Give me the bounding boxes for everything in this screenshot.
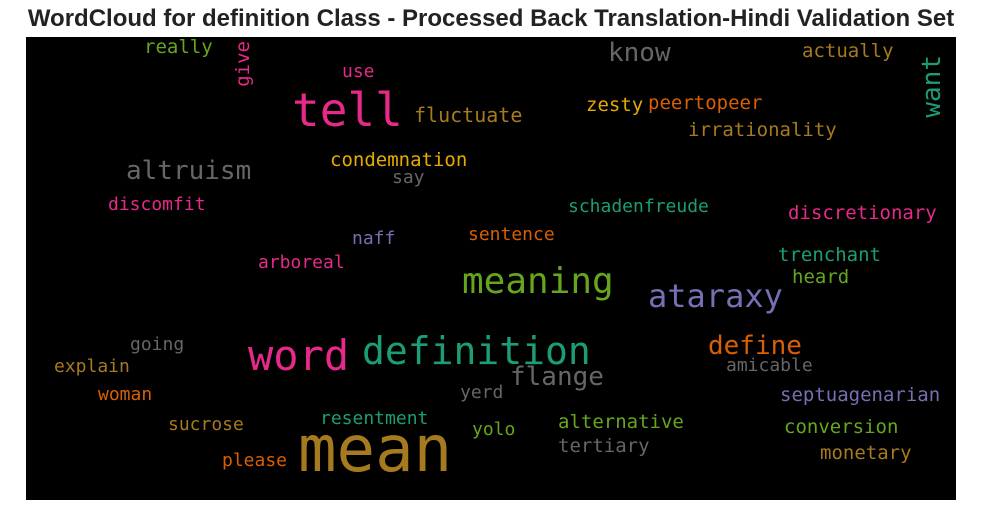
wordcloud-canvas: mean tell word definition meaning ataraxy altr… (26, 37, 956, 500)
word-going: going (130, 334, 185, 355)
word-arboreal: arboreal (258, 252, 345, 273)
word-meaning: meaning (462, 261, 614, 302)
word-give: give (232, 41, 254, 87)
word-schadenfreude: schadenfreude (568, 196, 709, 217)
word-please: please (222, 450, 288, 471)
word-irrationality: irrationality (688, 119, 837, 141)
word-naff: naff (352, 228, 396, 249)
word-flange: flange (510, 362, 604, 392)
word-alternative: alternative (558, 411, 684, 433)
word-know: know (608, 38, 671, 68)
word-ataraxy: ataraxy (648, 277, 783, 315)
word-word: word (248, 331, 350, 380)
word-tell: tell (292, 83, 403, 137)
word-monetary: monetary (820, 442, 912, 464)
word-amicable: amicable (726, 355, 813, 376)
word-resentment: resentment (320, 408, 429, 429)
word-yolo: yolo (472, 419, 516, 440)
word-sucrose: sucrose (168, 414, 244, 435)
word-really: really (144, 37, 213, 58)
word-septuagenarian: septuagenarian (780, 384, 941, 406)
word-woman: woman (98, 384, 153, 405)
word-say: say (392, 167, 425, 188)
word-zesty: zesty (586, 94, 644, 116)
word-actually: actually (802, 40, 894, 62)
word-heard: heard (792, 266, 850, 288)
word-trenchant: trenchant (778, 244, 881, 266)
word-tertiary: tertiary (558, 435, 650, 457)
word-discretionary: discretionary (788, 202, 937, 224)
word-peertopeer: peertopeer (648, 92, 763, 114)
word-want: want (917, 55, 947, 118)
word-conversion: conversion (784, 416, 899, 438)
word-discomfit: discomfit (108, 194, 206, 215)
word-sentence: sentence (468, 224, 555, 245)
word-yerd: yerd (460, 382, 504, 403)
word-explain: explain (54, 356, 130, 377)
word-altruism: altruism (126, 156, 252, 186)
word-fluctuate: fluctuate (414, 103, 523, 127)
word-use: use (342, 61, 375, 82)
chart-title: WordCloud for definition Class - Process… (27, 5, 955, 32)
